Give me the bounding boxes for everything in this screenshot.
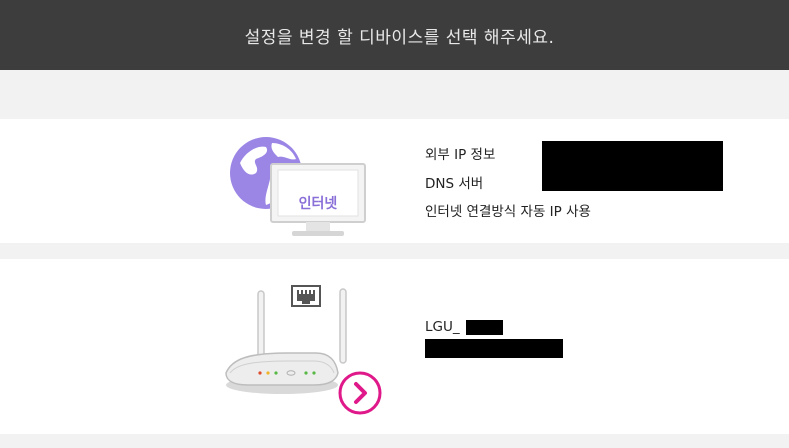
connection-type-row: 인터넷 연결방식 자동 IP 사용: [425, 200, 591, 220]
ethernet-port-icon: [291, 285, 321, 307]
router-ssid: LGU_: [425, 319, 460, 335]
dns-server-row: DNS 서버: [425, 172, 483, 192]
page-header: 설정을 변경 할 디바이스를 선택 해주세요.: [0, 0, 789, 70]
router-ssid-prefix: LGU_: [425, 319, 460, 335]
internet-illustration: 인터넷: [226, 133, 366, 238]
router-device-card[interactable]: LGU_: [0, 259, 789, 434]
redacted-ip-dns-values: [542, 141, 723, 191]
page-title: 설정을 변경 할 디바이스를 선택 해주세요.: [244, 27, 555, 48]
external-ip-label: 외부 IP 정보: [425, 147, 496, 163]
internet-panel: 인터넷 외부 IP 정보 DNS 서버 인터넷 연결방식 자동 IP 사용: [0, 119, 789, 243]
connection-type-label: 인터넷 연결방식: [425, 204, 517, 220]
external-ip-row: 외부 IP 정보: [425, 143, 495, 163]
router-info: LGU_: [425, 319, 625, 361]
redacted-router-detail: [425, 339, 563, 358]
internet-badge-label: 인터넷: [298, 196, 338, 212]
chevron-right-circle-icon[interactable]: [337, 370, 383, 416]
connection-type-value: 자동 IP 사용: [520, 204, 591, 220]
router-illustration: [218, 281, 388, 415]
redacted-ssid-suffix: [466, 320, 503, 335]
dns-server-label: DNS 서버: [425, 176, 484, 192]
